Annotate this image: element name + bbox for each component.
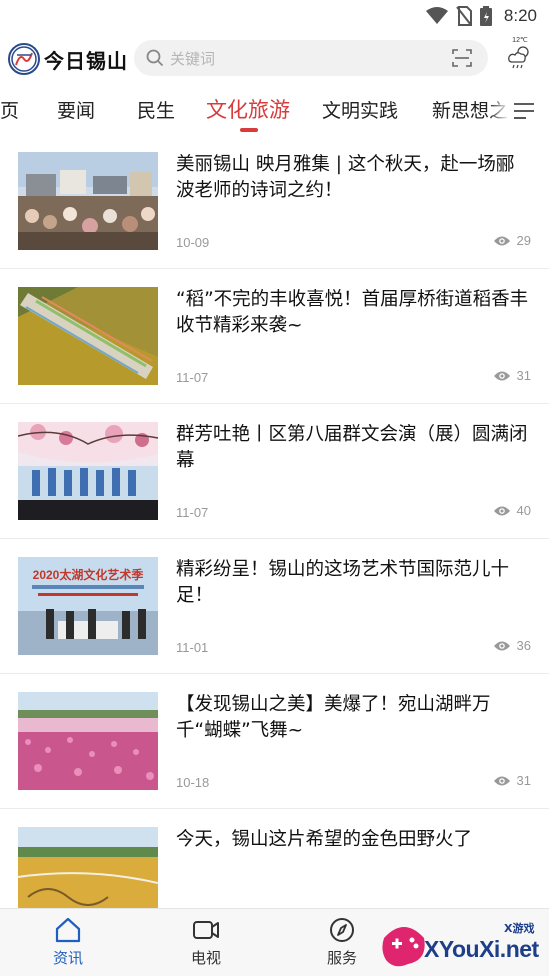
thumb-banner-text: 2020太湖文化艺术季	[33, 567, 145, 582]
eye-icon	[493, 776, 510, 785]
cloudy-rain-icon	[508, 46, 529, 69]
news-date: 11-07	[176, 370, 209, 385]
news-view-count: 29	[516, 233, 531, 248]
nav-news[interactable]: 资讯	[38, 917, 98, 968]
tab-livelihood[interactable]: 民生	[137, 96, 175, 123]
news-views: 29	[493, 233, 531, 248]
news-thumbnail	[18, 422, 158, 520]
news-title: “稻”不完的丰收喜悦！首届厚桥街道稻香丰收节精彩来袭~	[176, 289, 529, 336]
news-thumbnail	[18, 692, 158, 790]
news-view-count: 40	[516, 503, 531, 518]
compass-icon	[330, 918, 354, 942]
nav-news-label: 资讯	[52, 949, 83, 967]
nav-service-label: 服务	[326, 949, 357, 967]
watermark-top-text: X游戏	[504, 922, 535, 935]
news-title: 群芳吐艳丨区第八届群文会演（展）圆满闭幕	[176, 424, 528, 471]
tv-icon	[193, 921, 219, 939]
nav-service[interactable]: 服务	[312, 917, 372, 968]
news-views: 31	[493, 368, 531, 383]
news-title: 精彩纷呈！锡山的这场艺术节国际范儿十足！	[176, 559, 510, 606]
news-views: 36	[493, 638, 531, 653]
news-item[interactable]: 群芳吐艳丨区第八届群文会演（展）圆满闭幕 11-07 40	[0, 404, 549, 539]
scan-icon[interactable]	[452, 48, 472, 68]
logo-emblem-icon	[8, 43, 40, 75]
search-input[interactable]: 关键词	[134, 40, 488, 76]
news-views: 31	[493, 773, 531, 788]
wifi-icon	[425, 7, 448, 24]
tab-culture-tourism[interactable]: 文化旅游	[206, 94, 290, 124]
eye-icon	[493, 641, 510, 650]
news-list: 美丽锡山 映月雅集 | 这个秋天，赴一场郦波老师的诗词之约！ 10-09 29 …	[0, 134, 549, 944]
status-bar: 8:20	[0, 0, 549, 32]
news-title: 美丽锡山 映月雅集 | 这个秋天，赴一场郦波老师的诗词之约！	[176, 154, 515, 201]
news-title: 【发现锡山之美】美爆了！宛山湖畔万千“蝴蝶”飞舞~	[176, 694, 491, 741]
news-item[interactable]: 2020太湖文化艺术季 精彩纷呈！锡山的这场艺术节国际范儿十足！ 11-01 3…	[0, 539, 549, 674]
app-header: 今日锡山 关键词 12℃	[0, 34, 549, 84]
news-item[interactable]: 美丽锡山 映月雅集 | 这个秋天，赴一场郦波老师的诗词之约！ 10-09 29	[0, 134, 549, 269]
eye-icon	[493, 371, 510, 380]
news-date: 11-07	[176, 505, 209, 520]
watermark: X游戏 XYouXi.net	[376, 912, 549, 976]
status-time: 8:20	[503, 6, 537, 25]
news-thumbnail	[18, 287, 158, 385]
category-tabs: 页 要闻 民生 文化旅游 文明实践 新思想之	[0, 90, 549, 134]
nav-tv-label: 电视	[190, 949, 221, 967]
weather-widget[interactable]: 12℃	[502, 36, 538, 82]
news-views: 40	[493, 503, 531, 518]
news-date: 10-18	[176, 775, 210, 790]
news-date: 10-09	[176, 235, 210, 250]
weather-temp: 12℃	[512, 37, 528, 44]
search-icon	[146, 49, 164, 67]
gamepad-logo-icon	[382, 927, 425, 967]
eye-icon	[493, 506, 510, 515]
news-thumbnail: 2020太湖文化艺术季	[18, 557, 158, 655]
news-view-count: 31	[516, 773, 531, 788]
eye-icon	[493, 236, 510, 245]
menu-icon[interactable]	[513, 101, 535, 121]
watermark-text: XYouXi.net	[424, 936, 539, 962]
tab-civilization-practice[interactable]: 文明实践	[322, 96, 398, 123]
news-view-count: 36	[516, 638, 531, 653]
news-date: 11-01	[176, 640, 209, 655]
active-tab-indicator	[240, 128, 258, 132]
logo-text: 今日锡山	[44, 48, 128, 73]
app-logo[interactable]: 今日锡山	[8, 43, 128, 75]
battery-icon	[479, 6, 492, 26]
search-placeholder: 关键词	[170, 49, 216, 68]
news-thumbnail	[18, 152, 158, 250]
tab-headlines[interactable]: 要闻	[57, 96, 95, 123]
tab-home[interactable]: 页	[0, 96, 19, 123]
news-item[interactable]: 【发现锡山之美】美爆了！宛山湖畔万千“蝴蝶”飞舞~ 10-18 31	[0, 674, 549, 809]
news-item[interactable]: “稻”不完的丰收喜悦！首届厚桥街道稻香丰收节精彩来袭~ 11-07 31	[0, 269, 549, 404]
news-title: 今天，锡山这片希望的金色田野火了	[176, 829, 473, 850]
home-icon	[55, 917, 81, 943]
no-sim-icon	[456, 6, 472, 26]
nav-tv[interactable]: 电视	[176, 917, 236, 968]
news-view-count: 31	[516, 368, 531, 383]
